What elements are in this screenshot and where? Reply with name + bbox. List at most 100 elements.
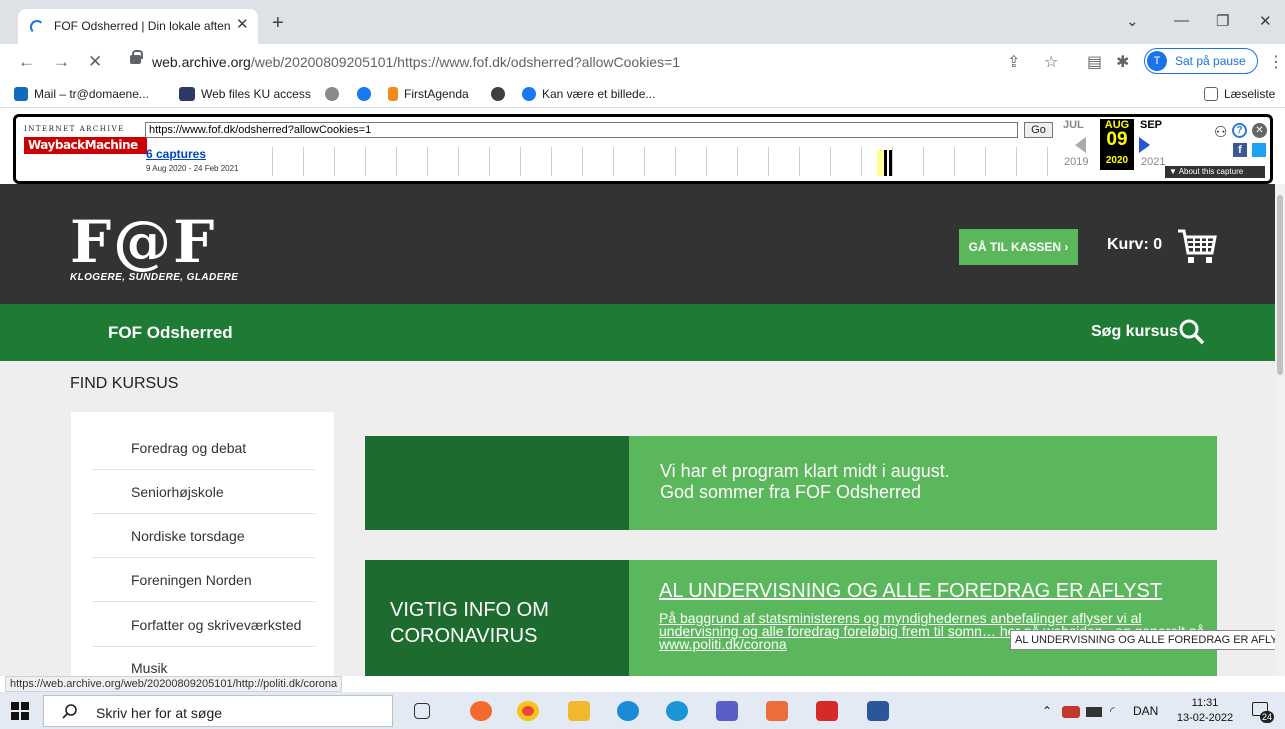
edge-icon[interactable] — [617, 701, 639, 721]
timeline-gridline — [303, 147, 304, 176]
search-courses-link[interactable]: Søg kursus — [1091, 323, 1178, 341]
skype-business-icon[interactable] — [766, 701, 788, 721]
chrome-icon[interactable] — [517, 701, 539, 721]
link-tooltip: AL UNDERVISNING OG ALLE FOREDRAG ER AFLY… — [1010, 630, 1285, 650]
reading-list[interactable]: Læseliste — [1204, 87, 1275, 101]
timeline-gridline — [737, 147, 738, 176]
timeline-gridline — [520, 147, 521, 176]
wifi-icon[interactable]: ◜ — [1110, 704, 1115, 718]
lock-icon[interactable] — [130, 50, 143, 64]
facebook-icon — [522, 87, 536, 101]
language-indicator[interactable]: DAN — [1133, 704, 1158, 718]
firefox-icon[interactable] — [470, 701, 492, 721]
share-icon[interactable]: ⇪ — [1007, 52, 1020, 72]
capture-timeline[interactable] — [272, 147, 1057, 176]
sidebar-item-foredrag[interactable]: Foredrag og debat — [92, 426, 315, 470]
prev-arrow-icon[interactable] — [1075, 137, 1086, 153]
basket-count[interactable]: Kurv: 0 — [1107, 236, 1162, 254]
search-icon — [62, 704, 77, 719]
windows-start-icon[interactable] — [11, 702, 29, 720]
close-toolbar-icon[interactable]: ✕ — [1252, 123, 1267, 138]
bookmark-ku-icon[interactable] — [325, 87, 345, 101]
bookmark-globe[interactable] — [491, 87, 511, 101]
firstagenda-icon — [388, 87, 398, 101]
day-box: 09 2020 — [1100, 129, 1134, 170]
clock[interactable]: 11:31 13-02-2022 — [1170, 696, 1240, 726]
loading-spinner-icon — [30, 20, 44, 34]
restore-icon[interactable]: ❐ — [1216, 12, 1229, 30]
cart-icon[interactable] — [1176, 227, 1218, 267]
sidebar-item-forfatter[interactable]: Forfatter og skriveværksted — [92, 603, 315, 647]
account-icon[interactable]: ⚇ — [1214, 123, 1227, 141]
task-view-icon[interactable] — [414, 703, 430, 719]
next-arrow-icon[interactable] — [1139, 137, 1150, 153]
clock-date: 13-02-2022 — [1176, 712, 1234, 724]
nav-title[interactable]: FOF Odsherred — [108, 323, 233, 343]
web-files-icon — [179, 87, 195, 101]
bookmark-kan-vaere[interactable]: Kan være et billede... — [522, 87, 655, 101]
sidebar-item-nordiske[interactable]: Nordiske torsdage — [92, 514, 315, 558]
tab-search-icon[interactable]: ⌄ — [1126, 12, 1139, 30]
skype-icon[interactable] — [666, 701, 688, 721]
menu-kebab-icon[interactable]: ⋮ — [1268, 52, 1284, 72]
wayback-go-button[interactable]: Go — [1024, 122, 1053, 138]
teams-icon[interactable] — [716, 701, 738, 721]
timeline-gridline — [892, 147, 893, 176]
timeline-gridline — [272, 147, 273, 176]
captures-link[interactable]: 6 captures — [146, 147, 206, 161]
timeline-gridline — [830, 147, 831, 176]
corona-heading-line-2: CORONAVIRUS — [390, 625, 538, 647]
month-prev[interactable]: JUL — [1063, 119, 1084, 131]
bookmark-web-files[interactable]: Web files KU access — [179, 87, 311, 101]
wayback-url-input[interactable]: https://www.fof.dk/odsherred?allowCookie… — [145, 122, 1018, 138]
timeline-gridline — [706, 147, 707, 176]
timeline-gridline — [644, 147, 645, 176]
bookmark-star-icon[interactable]: ☆ — [1044, 52, 1058, 72]
cancelled-link[interactable]: AL UNDERVISNING OG ALLE FOREDRAG ER AFLY… — [659, 580, 1162, 603]
bookmark-mail[interactable]: Mail – tr@domaene... — [14, 87, 149, 101]
timeline-capture-bar[interactable] — [884, 150, 887, 176]
year-prev[interactable]: 2019 — [1064, 156, 1088, 168]
tab-close-icon[interactable]: ✕ — [236, 15, 249, 33]
logo-wordmark: F@F — [70, 208, 217, 276]
file-explorer-icon[interactable] — [568, 701, 590, 721]
sidebar-item-seniorhojskole[interactable]: Seniorhøjskole — [92, 470, 315, 514]
year-next[interactable]: 2021 — [1141, 156, 1165, 168]
facebook-share-icon[interactable]: f — [1233, 143, 1247, 157]
bookmark-facebook[interactable] — [357, 87, 377, 101]
browser-tab[interactable]: FOF Odsherred | Din lokale aften ✕ — [18, 9, 258, 44]
help-icon[interactable]: ? — [1232, 123, 1247, 138]
forward-icon[interactable]: → — [53, 52, 70, 72]
new-tab-icon[interactable]: + — [272, 12, 284, 35]
bookmark-firstagenda[interactable]: FirstAgenda — [388, 87, 469, 101]
find-course-heading: FIND KURSUS — [70, 375, 179, 392]
back-icon[interactable]: ← — [18, 52, 35, 72]
profile-button[interactable]: T Sat på pause — [1144, 48, 1258, 74]
close-window-icon[interactable]: ✕ — [1259, 12, 1272, 30]
battery-icon[interactable] — [1086, 707, 1102, 717]
extensions-icon[interactable]: ✱ — [1116, 52, 1129, 72]
scrollbar-thumb[interactable] — [1277, 195, 1283, 375]
checkout-button[interactable]: GÅ TIL KASSEN › — [959, 229, 1078, 265]
month-next[interactable]: SEP — [1140, 119, 1162, 131]
fof-logo[interactable]: F@F KLOGERE, SUNDERE, GLADERE — [70, 208, 238, 283]
address-bar-url[interactable]: web.archive.org/web/20200809205101/https… — [152, 54, 680, 70]
stop-icon[interactable]: ✕ — [88, 52, 102, 72]
about-capture[interactable]: ▼ About this capture — [1165, 166, 1265, 178]
wayback-logo[interactable]: WaybackMachine — [24, 137, 147, 154]
minimize-icon[interactable]: — — [1174, 12, 1189, 29]
acrobat-icon[interactable] — [816, 701, 838, 721]
search-icon[interactable] — [1178, 318, 1206, 346]
tray-overflow-icon[interactable]: ⌃ — [1042, 704, 1052, 718]
taskbar-search[interactable]: Skriv her for at søge — [43, 695, 393, 727]
timeline-gridline — [334, 147, 335, 176]
banner-dark-panel — [365, 436, 629, 530]
reader-mode-icon[interactable]: ▤ — [1087, 52, 1102, 72]
tray-app-icon[interactable] — [1062, 706, 1080, 718]
timeline-gridline — [861, 147, 862, 176]
timeline-gridline — [985, 147, 986, 176]
twitter-share-icon[interactable] — [1252, 143, 1266, 157]
word-icon[interactable] — [867, 701, 889, 721]
sidebar-item-foreningen-norden[interactable]: Foreningen Norden — [92, 558, 315, 602]
notifications-icon[interactable]: 24 — [1250, 700, 1274, 723]
